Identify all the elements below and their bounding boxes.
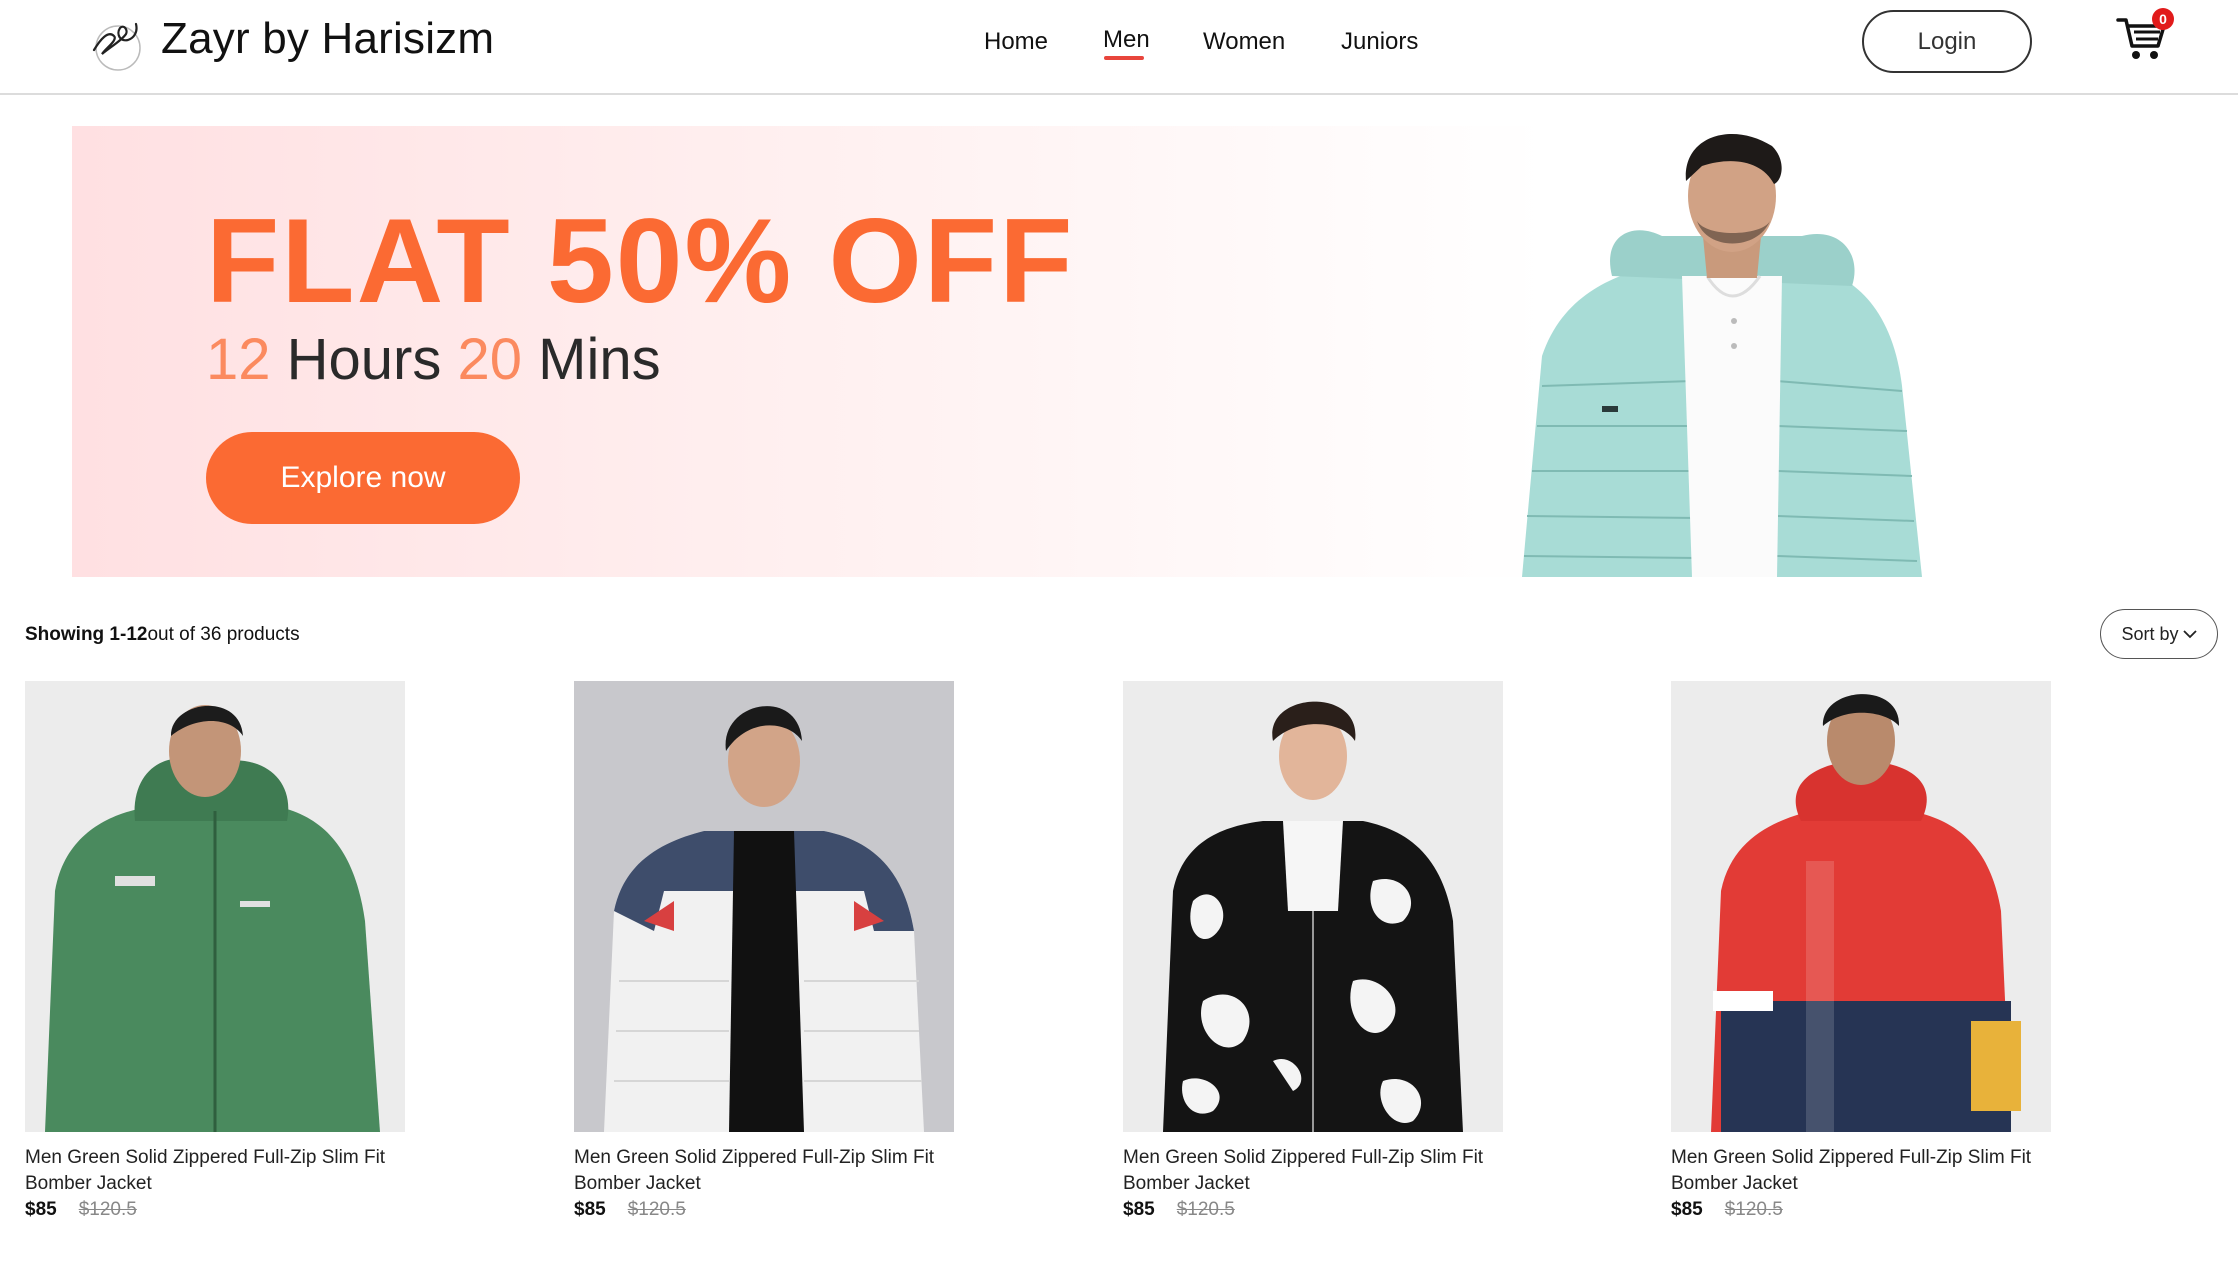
product-image[interactable] (1123, 681, 1503, 1132)
countdown-hours-label: Hours (286, 327, 442, 392)
cart-count-badge: 0 (2152, 8, 2174, 30)
promo-banner: FLAT 50% OFF 12 Hours 20 Mins Explore no… (72, 126, 2178, 577)
banner-model-image (1522, 133, 1922, 577)
countdown-hours: 12 (206, 327, 271, 392)
sort-by-label: Sort by (2121, 623, 2179, 644)
countdown-mins: 20 (457, 327, 522, 392)
login-button[interactable]: Login (1862, 10, 2032, 73)
nav-home[interactable]: Home (984, 28, 1048, 56)
chevron-down-icon (2182, 630, 2197, 639)
signature-logo-icon[interactable] (86, 10, 146, 72)
product-old-price: $120.5 (1724, 1199, 1783, 1220)
results-total: out of 36 products (147, 624, 300, 645)
price-row: $85 $120.5 (25, 1199, 405, 1221)
product-old-price: $120.5 (78, 1199, 137, 1220)
site-header: Zayr by Harisizm Home Men Women Juniors … (0, 0, 2238, 95)
product-name[interactable]: Men Green Solid Zippered Full-Zip Slim F… (1123, 1145, 1523, 1197)
brand-name[interactable]: Zayr by Harisizm (161, 14, 494, 64)
nav-juniors[interactable]: Juniors (1341, 28, 1418, 56)
banner-headline: FLAT 50% OFF (206, 194, 1075, 328)
product-name[interactable]: Men Green Solid Zippered Full-Zip Slim F… (574, 1145, 974, 1197)
product-card[interactable]: Men Green Solid Zippered Full-Zip Slim F… (25, 681, 405, 1221)
price-row: $85 $120.5 (1671, 1199, 2051, 1221)
product-image[interactable] (574, 681, 954, 1132)
product-card[interactable]: Men Green Solid Zippered Full-Zip Slim F… (1123, 681, 1503, 1221)
product-name[interactable]: Men Green Solid Zippered Full-Zip Slim F… (25, 1145, 425, 1197)
price-row: $85 $120.5 (574, 1199, 954, 1221)
results-range: Showing 1-12 (25, 624, 148, 645)
product-card[interactable]: Men Green Solid Zippered Full-Zip Slim F… (1671, 681, 2051, 1221)
product-card[interactable]: Men Green Solid Zippered Full-Zip Slim F… (574, 681, 954, 1221)
countdown-mins-label: Mins (538, 327, 661, 392)
sort-by-button[interactable]: Sort by (2100, 609, 2218, 659)
product-price: $85 (574, 1199, 606, 1220)
product-image[interactable] (1671, 681, 2051, 1132)
price-row: $85 $120.5 (1123, 1199, 1503, 1221)
banner-countdown: 12 Hours 20 Mins (206, 326, 661, 393)
nav-men[interactable]: Men (1103, 26, 1150, 54)
product-image[interactable] (25, 681, 405, 1132)
product-price: $85 (1123, 1199, 1155, 1220)
nav-women[interactable]: Women (1203, 28, 1285, 56)
product-old-price: $120.5 (627, 1199, 686, 1220)
nav-active-indicator (1104, 56, 1144, 60)
product-old-price: $120.5 (1176, 1199, 1235, 1220)
product-price: $85 (25, 1199, 57, 1220)
results-count: Showing 1-12out of 36 products (25, 624, 300, 646)
product-name[interactable]: Men Green Solid Zippered Full-Zip Slim F… (1671, 1145, 2071, 1197)
explore-now-button[interactable]: Explore now (206, 432, 520, 524)
product-price: $85 (1671, 1199, 1703, 1220)
